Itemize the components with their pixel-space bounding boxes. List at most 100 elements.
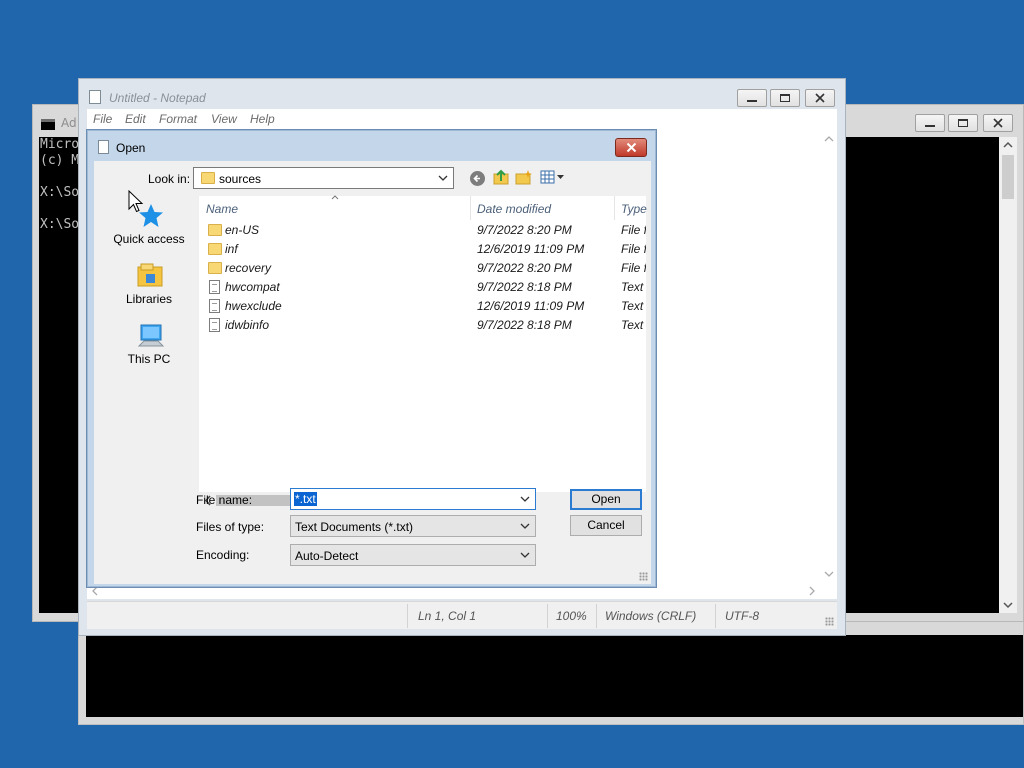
status-position: Ln 1, Col 1 bbox=[418, 609, 477, 623]
list-item[interactable]: en-US 9/7/2022 8:20 PM File fo bbox=[199, 221, 646, 240]
resize-grip-icon[interactable] bbox=[639, 572, 648, 581]
file-list[interactable]: Name Date modified Type en-US 9/7/2022 8… bbox=[199, 195, 647, 496]
encoding-select[interactable]: Auto-Detect bbox=[290, 544, 536, 566]
cmd-vertical-scrollbar[interactable] bbox=[999, 137, 1017, 613]
look-in-label: Look in: bbox=[148, 172, 191, 186]
item-date: 12/6/2019 11:09 PM bbox=[477, 299, 585, 313]
dialog-icon bbox=[98, 140, 109, 154]
item-name: recovery bbox=[225, 261, 272, 275]
notepad-statusbar: Ln 1, Col 1 100% Windows (CRLF) UTF-8 bbox=[87, 601, 837, 629]
item-name: hwcompat bbox=[225, 280, 280, 294]
resize-grip-icon[interactable] bbox=[825, 617, 834, 626]
item-type: Text D bbox=[621, 318, 646, 332]
notepad-title: Untitled - Notepad bbox=[109, 91, 206, 105]
computer-icon bbox=[137, 324, 164, 347]
item-type: Text D bbox=[621, 299, 646, 313]
scroll-down-icon[interactable] bbox=[824, 570, 834, 578]
column-date-modified[interactable]: Date modified bbox=[477, 202, 551, 216]
item-date: 12/6/2019 11:09 PM bbox=[477, 242, 585, 256]
place-libraries[interactable]: Libraries bbox=[102, 256, 196, 311]
list-header: Name Date modified Type bbox=[199, 195, 647, 220]
encoding-value: Auto-Detect bbox=[295, 549, 359, 563]
notepad-minimize-button[interactable] bbox=[737, 89, 767, 107]
file-name-value: *.txt bbox=[294, 492, 317, 506]
item-name: idwbinfo bbox=[225, 318, 270, 332]
chevron-down-icon bbox=[520, 552, 530, 558]
look-in-combo[interactable]: sources bbox=[193, 167, 454, 189]
notepad-icon bbox=[89, 90, 101, 104]
files-of-type-select[interactable]: Text Documents (*.txt) bbox=[290, 515, 536, 537]
chevron-down-icon bbox=[520, 523, 530, 529]
cancel-button[interactable]: Cancel bbox=[570, 515, 642, 536]
restore-icon bbox=[780, 94, 790, 102]
menu-view[interactable]: View bbox=[211, 112, 237, 126]
notepad-maximize-button[interactable] bbox=[770, 89, 800, 107]
list-item[interactable]: hwcompat 9/7/2022 8:18 PM Text D bbox=[199, 278, 646, 297]
status-separator bbox=[596, 604, 597, 628]
notepad-close-button[interactable] bbox=[805, 89, 835, 107]
item-name: inf bbox=[225, 242, 238, 256]
place-quick-access[interactable]: Quick access bbox=[102, 196, 196, 251]
new-folder-icon[interactable] bbox=[515, 169, 533, 185]
folder-icon bbox=[201, 172, 215, 184]
item-type: File fo bbox=[621, 242, 646, 256]
text-file-icon bbox=[209, 299, 220, 313]
column-separator[interactable] bbox=[614, 196, 615, 220]
places-bar: Quick access Libraries This PC bbox=[102, 196, 196, 556]
column-type[interactable]: Type bbox=[621, 202, 647, 216]
mouse-cursor-icon bbox=[128, 190, 144, 213]
scroll-up-icon[interactable] bbox=[1003, 141, 1013, 149]
text-file-icon bbox=[209, 318, 220, 332]
folder-icon bbox=[208, 224, 222, 236]
list-item[interactable]: recovery 9/7/2022 8:20 PM File fo bbox=[199, 259, 646, 278]
item-type: Text D bbox=[621, 280, 646, 294]
up-folder-icon[interactable] bbox=[492, 168, 510, 186]
encoding-label: Encoding: bbox=[196, 548, 250, 562]
status-separator bbox=[407, 604, 408, 628]
dialog-close-button[interactable] bbox=[615, 138, 647, 157]
place-label: Quick access bbox=[113, 232, 185, 246]
cmd-close-button[interactable] bbox=[983, 114, 1013, 132]
column-separator[interactable] bbox=[470, 196, 471, 220]
text-file-icon bbox=[209, 280, 220, 294]
column-name[interactable]: Name bbox=[206, 202, 238, 216]
menu-format[interactable]: Format bbox=[159, 112, 197, 126]
cmd-minimize-button[interactable] bbox=[915, 114, 945, 132]
list-item[interactable]: hwexclude 12/6/2019 11:09 PM Text D bbox=[199, 297, 646, 316]
item-date: 9/7/2022 8:20 PM bbox=[477, 223, 572, 237]
list-item[interactable]: inf 12/6/2019 11:09 PM File fo bbox=[199, 240, 646, 259]
chevron-down-icon[interactable] bbox=[519, 493, 531, 505]
scroll-up-icon[interactable] bbox=[824, 135, 834, 143]
cmd-maximize-button[interactable] bbox=[948, 114, 978, 132]
notepad-vertical-scrollbar[interactable] bbox=[820, 131, 837, 582]
menu-help[interactable]: Help bbox=[250, 112, 275, 126]
folder-icon bbox=[208, 243, 222, 255]
folder-icon bbox=[208, 262, 222, 274]
minimize-icon bbox=[747, 100, 757, 102]
close-icon bbox=[626, 142, 636, 153]
restore-icon bbox=[958, 119, 968, 127]
file-name-label-text: File name: bbox=[196, 493, 253, 507]
list-item[interactable]: idwbinfo 9/7/2022 8:18 PM Text D bbox=[199, 316, 646, 335]
status-separator bbox=[547, 604, 548, 628]
cmd-scroll-thumb[interactable] bbox=[1002, 155, 1014, 199]
status-line-endings: Windows (CRLF) bbox=[605, 609, 697, 623]
files-of-type-label: Files of type: bbox=[196, 520, 265, 534]
place-this-pc[interactable]: This PC bbox=[102, 316, 196, 371]
place-label: Libraries bbox=[125, 292, 173, 306]
status-encoding: UTF-8 bbox=[725, 609, 759, 623]
menu-edit[interactable]: Edit bbox=[125, 112, 146, 126]
file-name-input[interactable]: *.txt bbox=[290, 488, 536, 510]
scroll-right-icon[interactable] bbox=[808, 586, 816, 596]
status-zoom: 100% bbox=[556, 609, 587, 623]
minimize-icon bbox=[925, 125, 935, 127]
back-icon[interactable] bbox=[469, 170, 486, 187]
item-date: 9/7/2022 8:18 PM bbox=[477, 318, 572, 332]
notepad-titlebar[interactable]: Untitled - Notepad bbox=[79, 79, 845, 109]
menu-file[interactable]: File bbox=[93, 112, 112, 126]
open-button[interactable]: Open bbox=[570, 489, 642, 510]
view-menu-icon[interactable] bbox=[540, 170, 566, 184]
scroll-down-icon[interactable] bbox=[1003, 601, 1013, 609]
open-dialog: Open Look in: sources Quick access Libra… bbox=[86, 129, 657, 588]
item-date: 9/7/2022 8:18 PM bbox=[477, 280, 572, 294]
